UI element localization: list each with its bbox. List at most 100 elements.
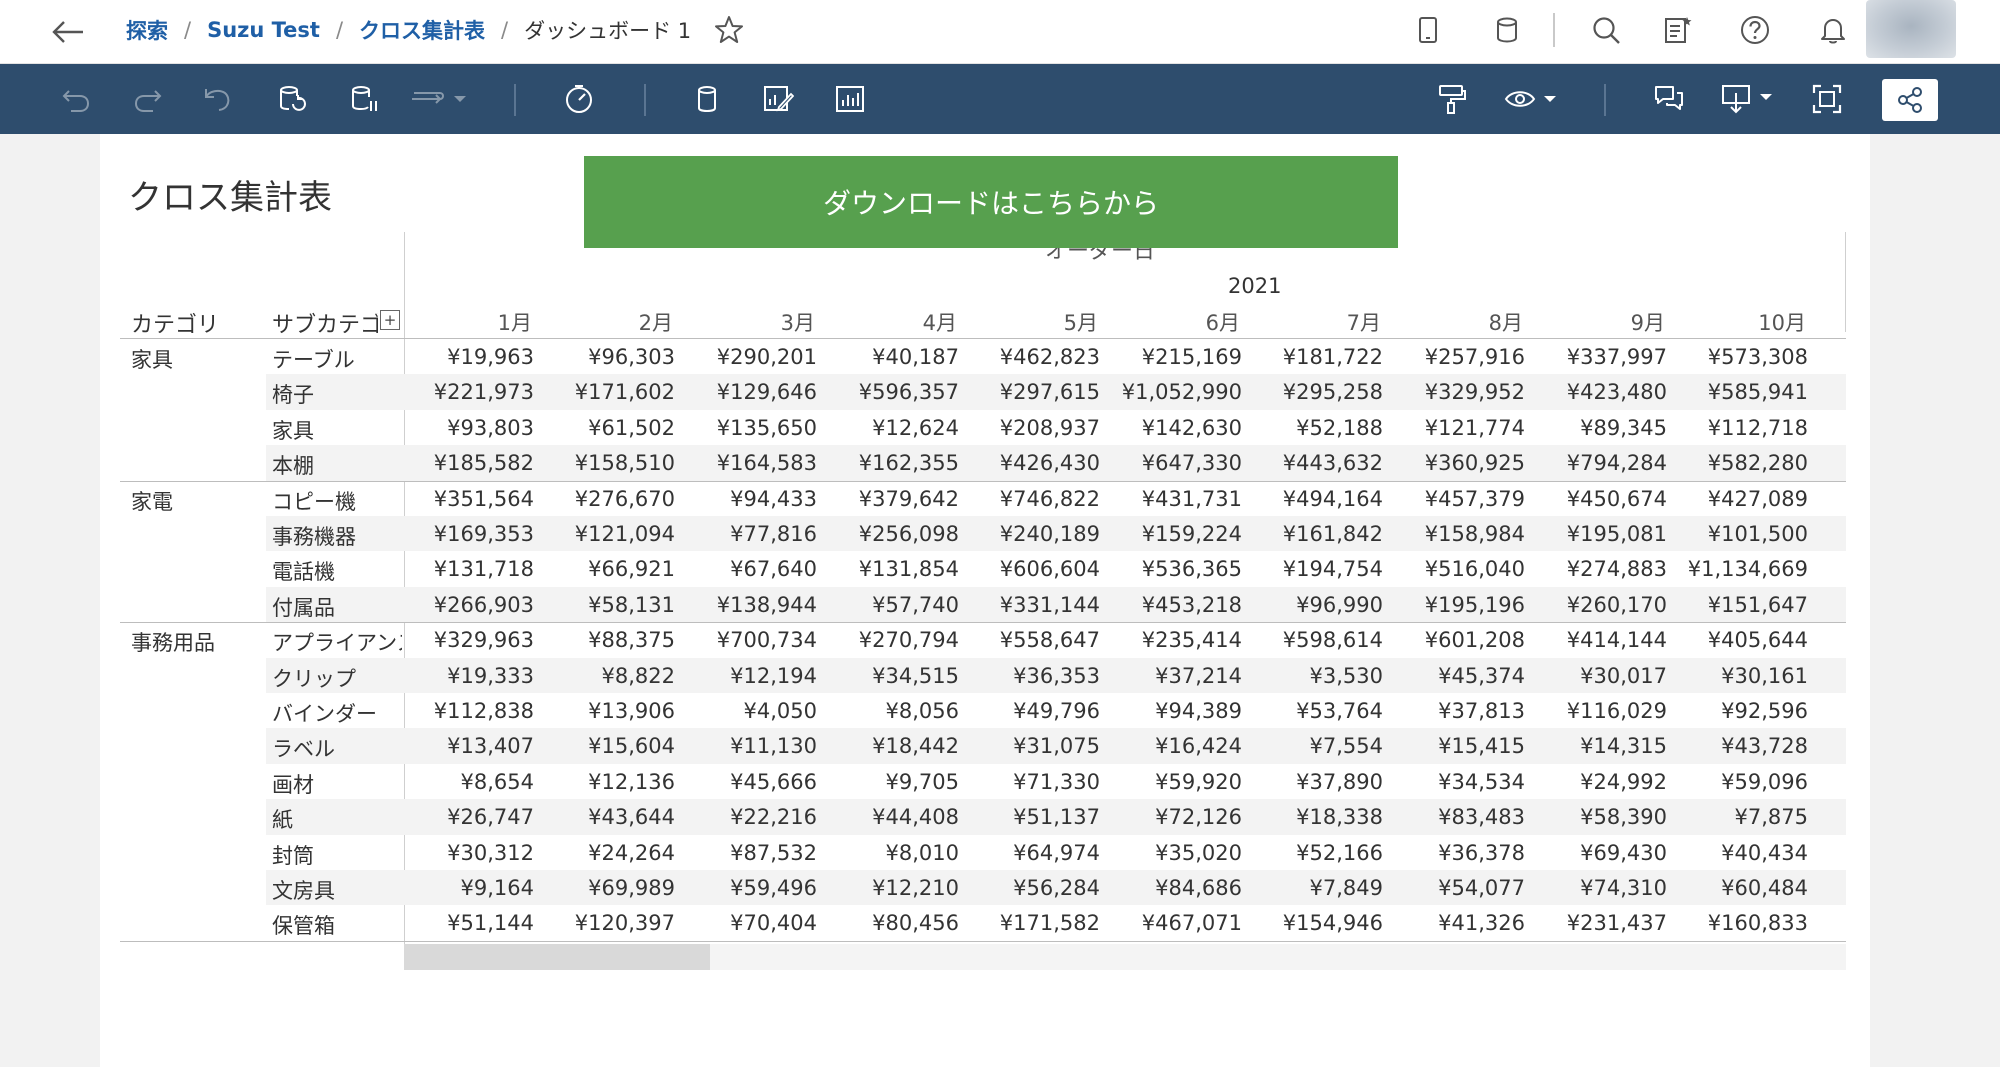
expand-hierarchy-icon[interactable]: + (380, 310, 400, 330)
table-cell[interactable]: ¥601,208 (1393, 628, 1525, 652)
table-cell[interactable]: ¥77,816 (685, 522, 817, 546)
download-menu-button[interactable] (1718, 79, 1780, 119)
table-cell[interactable]: ¥66,921 (543, 557, 675, 581)
table-cell[interactable]: ¥40,434 (1676, 841, 1808, 865)
table-cell[interactable]: ¥24,992 (1535, 770, 1667, 794)
table-cell[interactable]: ¥257,916 (1393, 345, 1525, 369)
table-cell[interactable]: ¥15,604 (543, 734, 675, 758)
table-cell[interactable]: ¥31,075 (968, 734, 1100, 758)
table-cell[interactable]: ¥93,803 (402, 416, 534, 440)
table-cell[interactable]: ¥36,353 (968, 664, 1100, 688)
view-menu-button[interactable] (1502, 79, 1564, 119)
replay-animation-button[interactable] (406, 79, 476, 119)
favorite-button[interactable] (711, 12, 747, 48)
table-cell[interactable]: ¥121,774 (1393, 416, 1525, 440)
table-cell[interactable]: ¥12,194 (685, 664, 817, 688)
table-cell[interactable]: ¥43,728 (1676, 734, 1808, 758)
table-cell[interactable]: ¥19,333 (402, 664, 534, 688)
help-button[interactable] (1735, 12, 1775, 48)
download-button[interactable]: ダウンロードはこちらから (584, 156, 1398, 248)
table-cell[interactable]: ¥87,532 (685, 841, 817, 865)
table-cell[interactable]: ¥9,164 (402, 876, 534, 900)
search-button[interactable] (1586, 12, 1626, 48)
table-cell[interactable]: ¥231,437 (1535, 911, 1667, 935)
table-cell[interactable]: ¥9,705 (827, 770, 959, 794)
table-cell[interactable]: ¥131,718 (402, 557, 534, 581)
table-cell[interactable]: ¥52,188 (1251, 416, 1383, 440)
table-cell[interactable]: ¥159,224 (1110, 522, 1242, 546)
table-cell[interactable]: ¥297,615 (968, 380, 1100, 404)
table-cell[interactable]: ¥53,764 (1251, 699, 1383, 723)
table-cell[interactable]: ¥746,822 (968, 487, 1100, 511)
table-cell[interactable]: ¥379,642 (827, 487, 959, 511)
table-cell[interactable]: ¥290,201 (685, 345, 817, 369)
table-cell[interactable]: ¥7,849 (1251, 876, 1383, 900)
table-cell[interactable]: ¥12,624 (827, 416, 959, 440)
breadcrumb-workbook[interactable]: クロス集計表 (359, 15, 485, 45)
table-cell[interactable]: ¥351,564 (402, 487, 534, 511)
share-button[interactable] (1882, 79, 1938, 121)
table-cell[interactable]: ¥276,670 (543, 487, 675, 511)
table-cell[interactable]: ¥256,098 (827, 522, 959, 546)
table-cell[interactable]: ¥121,094 (543, 522, 675, 546)
table-cell[interactable]: ¥185,582 (402, 451, 534, 475)
table-cell[interactable]: ¥59,496 (685, 876, 817, 900)
table-cell[interactable]: ¥88,375 (543, 628, 675, 652)
table-cell[interactable]: ¥274,883 (1535, 557, 1667, 581)
table-cell[interactable]: ¥116,029 (1535, 699, 1667, 723)
user-avatar[interactable] (1866, 0, 1956, 58)
table-cell[interactable]: ¥41,326 (1393, 911, 1525, 935)
undo-button[interactable] (58, 79, 94, 119)
table-cell[interactable]: ¥51,137 (968, 805, 1100, 829)
table-cell[interactable]: ¥171,582 (968, 911, 1100, 935)
table-cell[interactable]: ¥71,330 (968, 770, 1100, 794)
table-cell[interactable]: ¥536,365 (1110, 557, 1242, 581)
table-cell[interactable]: ¥34,515 (827, 664, 959, 688)
table-cell[interactable]: ¥34,534 (1393, 770, 1525, 794)
edit-sheet-button[interactable] (759, 79, 797, 119)
table-cell[interactable]: ¥426,430 (968, 451, 1100, 475)
table-cell[interactable]: ¥45,374 (1393, 664, 1525, 688)
table-cell[interactable]: ¥194,754 (1251, 557, 1383, 581)
table-cell[interactable]: ¥558,647 (968, 628, 1100, 652)
table-cell[interactable]: ¥12,136 (543, 770, 675, 794)
new-sheet-button[interactable] (831, 79, 869, 119)
table-cell[interactable]: ¥164,583 (685, 451, 817, 475)
table-cell[interactable]: ¥457,379 (1393, 487, 1525, 511)
table-cell[interactable]: ¥295,258 (1251, 380, 1383, 404)
table-cell[interactable]: ¥154,946 (1251, 911, 1383, 935)
table-cell[interactable]: ¥270,794 (827, 628, 959, 652)
table-cell[interactable]: ¥112,838 (402, 699, 534, 723)
table-cell[interactable]: ¥37,813 (1393, 699, 1525, 723)
table-cell[interactable]: ¥84,686 (1110, 876, 1242, 900)
table-cell[interactable]: ¥24,264 (543, 841, 675, 865)
table-cell[interactable]: ¥22,216 (685, 805, 817, 829)
table-cell[interactable]: ¥8,654 (402, 770, 534, 794)
table-cell[interactable]: ¥135,650 (685, 416, 817, 440)
table-cell[interactable]: ¥414,144 (1535, 628, 1667, 652)
breadcrumb-explore[interactable]: 探索 (126, 15, 168, 45)
table-cell[interactable]: ¥8,056 (827, 699, 959, 723)
table-cell[interactable]: ¥94,433 (685, 487, 817, 511)
table-cell[interactable]: ¥8,822 (543, 664, 675, 688)
table-cell[interactable]: ¥13,906 (543, 699, 675, 723)
table-cell[interactable]: ¥37,890 (1251, 770, 1383, 794)
table-cell[interactable]: ¥516,040 (1393, 557, 1525, 581)
table-cell[interactable]: ¥4,050 (685, 699, 817, 723)
format-painter-button[interactable] (1434, 79, 1470, 119)
table-cell[interactable]: ¥69,989 (543, 876, 675, 900)
table-cell[interactable]: ¥171,602 (543, 380, 675, 404)
table-cell[interactable]: ¥52,166 (1251, 841, 1383, 865)
table-cell[interactable]: ¥360,925 (1393, 451, 1525, 475)
table-cell[interactable]: ¥494,164 (1251, 487, 1383, 511)
table-cell[interactable]: ¥162,355 (827, 451, 959, 475)
table-cell[interactable]: ¥43,644 (543, 805, 675, 829)
data-source-button[interactable] (1487, 12, 1527, 48)
table-cell[interactable]: ¥59,920 (1110, 770, 1242, 794)
fullscreen-button[interactable] (1808, 79, 1846, 119)
table-cell[interactable]: ¥1,134,669 (1676, 557, 1808, 581)
revert-button[interactable] (200, 79, 236, 119)
table-cell[interactable]: ¥453,218 (1110, 593, 1242, 617)
redo-button[interactable] (130, 79, 166, 119)
table-cell[interactable]: ¥94,389 (1110, 699, 1242, 723)
